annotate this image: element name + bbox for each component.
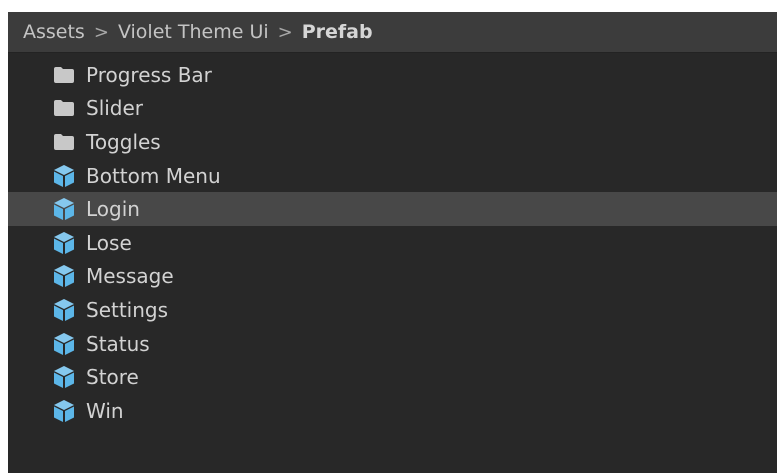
prefab-cube-icon	[52, 332, 76, 356]
prefab-cube-icon	[52, 164, 76, 188]
list-item-win[interactable]: Win	[8, 394, 777, 428]
list-item-label: Bottom Menu	[86, 163, 221, 188]
list-item-lose[interactable]: Lose	[8, 226, 777, 260]
list-item-label: Status	[86, 331, 150, 356]
breadcrumb-item-prefab[interactable]: Prefab	[302, 21, 373, 43]
breadcrumb-separator: >	[93, 21, 109, 43]
list-item-label: Win	[86, 398, 124, 423]
list-item-label: Slider	[86, 96, 144, 121]
list-item-bottom-menu[interactable]: Bottom Menu	[8, 159, 777, 193]
list-item-label: Toggles	[86, 129, 161, 154]
folder-icon	[52, 130, 76, 154]
list-item-label: Message	[86, 264, 174, 289]
list-item-label: Settings	[86, 297, 169, 322]
prefab-cube-icon	[52, 399, 76, 423]
list-item-message[interactable]: Message	[8, 260, 777, 294]
breadcrumb-item-violet-theme-ui[interactable]: Violet Theme Ui	[118, 21, 269, 43]
list-item-login[interactable]: Login	[8, 192, 777, 226]
folder-icon	[52, 96, 76, 120]
prefab-cube-icon	[52, 298, 76, 322]
list-item-label: Login	[86, 197, 140, 222]
list-item-status[interactable]: Status	[8, 327, 777, 361]
list-item-label: Progress Bar	[86, 62, 212, 87]
breadcrumb-separator: >	[277, 21, 293, 43]
breadcrumb-item-assets[interactable]: Assets	[23, 21, 85, 43]
folder-icon	[52, 63, 76, 87]
list-item-toggles[interactable]: Toggles	[8, 125, 777, 159]
list-item-label: Store	[86, 365, 139, 390]
asset-list: Progress Bar Slider Toggles Bottom Menu …	[8, 53, 777, 428]
list-item-progress-bar[interactable]: Progress Bar	[8, 58, 777, 92]
breadcrumb: Assets > Violet Theme Ui > Prefab	[8, 12, 777, 53]
list-item-label: Lose	[86, 230, 132, 255]
prefab-cube-icon	[52, 264, 76, 288]
list-item-store[interactable]: Store	[8, 360, 777, 394]
project-browser-panel: Assets > Violet Theme Ui > Prefab Progre…	[8, 12, 777, 473]
prefab-cube-icon	[52, 197, 76, 221]
list-item-slider[interactable]: Slider	[8, 92, 777, 126]
prefab-cube-icon	[52, 231, 76, 255]
prefab-cube-icon	[52, 365, 76, 389]
list-item-settings[interactable]: Settings	[8, 293, 777, 327]
